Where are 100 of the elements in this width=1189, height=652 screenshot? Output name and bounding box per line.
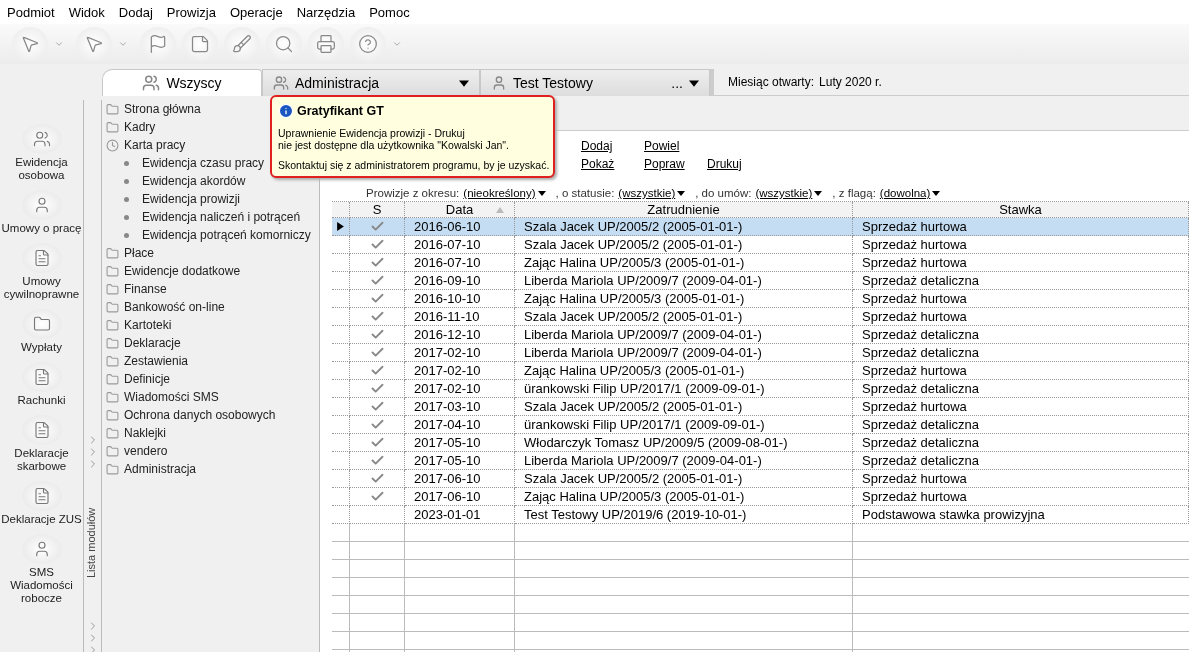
- bullet-icon: [124, 214, 129, 220]
- module-item[interactable]: Zestawienia: [106, 352, 189, 370]
- tab[interactable]: Administracja: [262, 69, 480, 96]
- caret-icon[interactable]: [54, 39, 64, 49]
- module-shortcut[interactable]: Umowy cywilnoprawne: [0, 273, 83, 303]
- column-header[interactable]: Zatrudnienie: [515, 202, 853, 218]
- module-shortcut[interactable]: Rachunki: [17, 392, 66, 409]
- check-icon: [369, 489, 385, 504]
- filter-dropdown[interactable]: (dowolna): [879, 187, 941, 199]
- menu-item[interactable]: Widok: [67, 4, 106, 20]
- module-shortcut[interactable]: Wypłaty: [21, 339, 62, 356]
- module-item[interactable]: Kadry: [106, 118, 156, 136]
- menu-item[interactable]: Podmiot: [6, 4, 56, 20]
- table-cell: Szala Jacek UP/2005/2 (2005-01-01-): [515, 308, 853, 326]
- column-header[interactable]: Stawka: [853, 202, 1189, 218]
- tab[interactable]: Wszyscy: [102, 69, 262, 96]
- action-link[interactable]: Pokaż: [581, 157, 615, 171]
- table-cell: Szala Jacek UP/2005/2 (2005-01-01-): [515, 218, 853, 236]
- table-cell: Sprzedaż detaliczna: [853, 326, 1189, 344]
- table-cell: 2016-12-10: [405, 326, 515, 344]
- module-item[interactable]: Wiadomości SMS: [106, 388, 219, 406]
- menu-item[interactable]: Dodaj: [117, 4, 154, 20]
- menu-item[interactable]: Prowizja: [165, 4, 217, 20]
- module-item[interactable]: Ewidencja naliczeń i potrąceń: [124, 208, 301, 226]
- check-icon: [369, 417, 385, 432]
- action-link[interactable]: Dodaj: [581, 139, 613, 153]
- menu-item[interactable]: Pomoc: [368, 4, 411, 20]
- current-row-icon: [336, 222, 345, 231]
- caret-icon[interactable]: [118, 39, 128, 49]
- table-cell: 2017-03-10: [405, 398, 515, 416]
- document-icon: [32, 487, 51, 505]
- table-cell: 2017-06-10: [405, 470, 515, 488]
- folder-icon: [106, 102, 119, 116]
- filter-label: , o statusie:: [555, 187, 615, 199]
- table-cell: Szala Jacek UP/2005/2 (2005-01-01-): [515, 398, 853, 416]
- module-shortcut[interactable]: Deklaracje skarbowe: [0, 445, 83, 475]
- module-shortcut[interactable]: SMS Wiadomości robocze: [0, 564, 83, 607]
- module-shortcut[interactable]: Umowy o pracę: [1, 220, 82, 237]
- clock-icon: [106, 138, 119, 152]
- tooltip-title: Gratyfikant GT: [297, 104, 384, 118]
- module-shortcut[interactable]: Ewidencja osobowa: [0, 154, 83, 184]
- action-link[interactable]: Powiel: [644, 139, 680, 153]
- module-item[interactable]: Naklejki: [106, 424, 166, 442]
- folder-icon: [106, 462, 119, 476]
- action-link[interactable]: Popraw: [644, 157, 685, 171]
- filter-dropdown[interactable]: (wszystkie): [755, 187, 823, 199]
- row-indicator[interactable]: [332, 218, 350, 236]
- info-icon: [278, 103, 294, 119]
- folder-icon: [106, 426, 119, 440]
- table-cell: Liberda Mariola UP/2009/7 (2009-04-01-): [515, 452, 853, 470]
- table-cell: Szala Jacek UP/2005/2 (2005-01-01-): [515, 470, 853, 488]
- arrow-icon: [20, 34, 40, 54]
- module-item[interactable]: Kartoteki: [106, 316, 172, 334]
- module-item[interactable]: Ewidencje dodatkowe: [106, 262, 241, 280]
- check-icon: [369, 471, 385, 486]
- folder-icon: [106, 372, 119, 386]
- module-item[interactable]: Administracja: [106, 460, 197, 478]
- bullet-icon: [124, 232, 129, 238]
- menu-item[interactable]: Narzędzia: [295, 4, 357, 20]
- table-cell: Sprzedaż hurtowa: [853, 236, 1189, 254]
- module-item[interactable]: Płace: [106, 244, 155, 262]
- table-cell: 2017-02-10: [405, 344, 515, 362]
- module-item[interactable]: Finanse: [106, 280, 167, 298]
- module-item[interactable]: Ewidencja akordów: [124, 172, 246, 190]
- module-item[interactable]: Deklaracje: [106, 334, 181, 352]
- folder-icon: [32, 315, 51, 333]
- check-icon: [369, 363, 385, 378]
- table-cell: Zając Halina UP/2005/3 (2005-01-01-): [515, 290, 853, 308]
- module-item[interactable]: Ewidencja prowizji: [124, 190, 241, 208]
- caret-icon[interactable]: [392, 39, 402, 49]
- module-item[interactable]: Bankowość on-line: [106, 298, 225, 316]
- module-item[interactable]: Strona główna: [106, 100, 201, 118]
- module-item[interactable]: Ewidencja czasu pracy: [124, 154, 265, 172]
- table-cell: Sprzedaż detaliczna: [853, 434, 1189, 452]
- table-cell: Sprzedaż hurtowa: [853, 308, 1189, 326]
- document-icon: [32, 249, 51, 267]
- column-header[interactable]: Data: [405, 202, 515, 218]
- module-item[interactable]: Ewidencja potrąceń komorniczy: [124, 226, 311, 244]
- dropdown-arrow-icon: [459, 78, 469, 88]
- dropdown-arrow-icon: [932, 189, 941, 197]
- table-cell: ürankowski Filip UP/2017/1 (2009-09-01-): [515, 416, 853, 434]
- check-icon: [369, 399, 385, 414]
- filter-dropdown[interactable]: (wszystkie): [618, 187, 686, 199]
- check-icon: [369, 273, 385, 288]
- check-icon: [369, 291, 385, 306]
- check-icon: [369, 453, 385, 468]
- action-link[interactable]: Drukuj: [707, 157, 742, 171]
- module-item[interactable]: vendero: [106, 442, 168, 460]
- module-item[interactable]: Definicje: [106, 370, 171, 388]
- bullet-icon: [124, 196, 129, 202]
- table-cell: 2016-09-10: [405, 272, 515, 290]
- module-item[interactable]: Ochrona danych osobowych: [106, 406, 276, 424]
- module-shortcut[interactable]: Deklaracje ZUS: [1, 511, 82, 528]
- filter-label: , z flagą:: [832, 187, 876, 199]
- module-item[interactable]: Karta pracy: [106, 136, 186, 154]
- menu-item[interactable]: Operacje: [228, 4, 284, 20]
- filter-dropdown[interactable]: (nieokreślony): [463, 187, 546, 199]
- tab[interactable]: Test Testowy ...: [480, 69, 710, 96]
- table-cell: Liberda Mariola UP/2009/7 (2009-04-01-): [515, 272, 853, 290]
- column-header[interactable]: S: [350, 202, 405, 218]
